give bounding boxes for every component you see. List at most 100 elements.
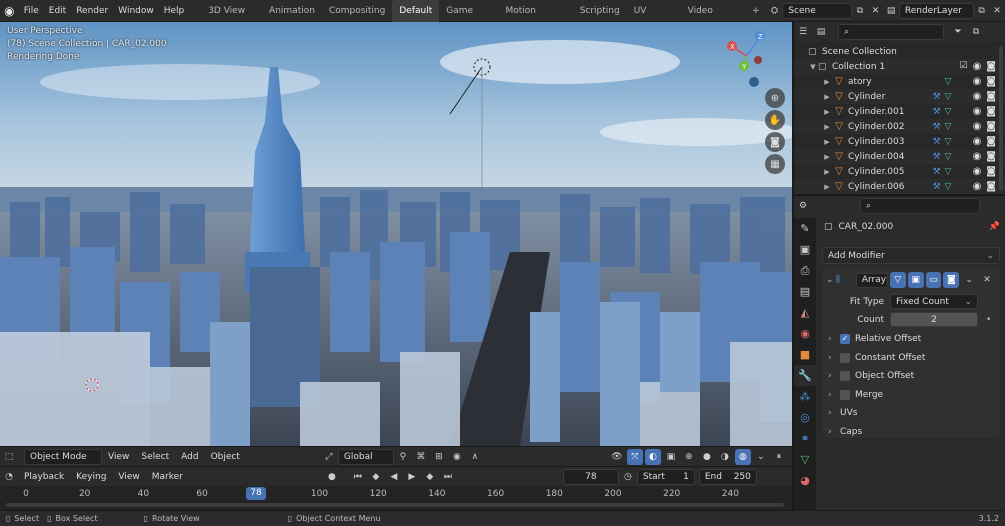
3d-viewport[interactable]: User Perspective (78) Scene Collection |… (0, 22, 792, 446)
play-reverse-icon[interactable]: ◀ (386, 469, 402, 485)
render-layer-selector[interactable]: RenderLayer (898, 2, 974, 19)
tab-default[interactable]: Default (392, 0, 440, 22)
fit-type-select[interactable]: Fixed Count ⌄ (890, 294, 978, 309)
material-shading-icon[interactable]: ◑ (717, 449, 733, 465)
modifier-subpanel[interactable]: › Merge (828, 389, 994, 400)
mode-selector[interactable]: Object Mode (24, 448, 102, 465)
outliner-item[interactable]: ▶ ▽ Cylinder.002 ⚒ ▽ ◉ ◙ (794, 119, 1005, 134)
remove-modifier-icon[interactable]: ✕ (979, 272, 995, 288)
new-collection-icon[interactable]: ⧉ (968, 24, 984, 40)
data-tab-icon[interactable]: ▽ (794, 449, 816, 470)
expand-chevron-icon[interactable]: ▶ (822, 153, 832, 161)
modifier-subpanel[interactable]: › Caps (828, 427, 994, 437)
menu-file[interactable]: File (19, 0, 44, 22)
playhead[interactable]: 78 (246, 487, 266, 500)
wireframe-shading-icon[interactable]: ⊕ (681, 449, 697, 465)
camera-icon[interactable]: ◙ (986, 151, 996, 162)
properties-search-input[interactable]: ⌕ (860, 198, 980, 214)
scene-selector[interactable]: Scene (782, 2, 853, 19)
record-icon[interactable]: ● (324, 469, 340, 485)
outliner-item[interactable]: ▶ ▽ Cylinder.004 ⚒ ▽ ◉ ◙ (794, 149, 1005, 164)
expand-chevron-icon[interactable]: ▶ (822, 168, 832, 176)
properties-editor[interactable]: ⚙ ⌕ ✎ ▣ ⎙ ▤ ◭ ◉ ■ 🔧 ⁂ ◎ ⚭ ▽ ◕ ▢ CAR_02.0… (793, 195, 1005, 511)
snap-icon[interactable]: ⌘ (413, 449, 429, 465)
menu-help[interactable]: Help (159, 0, 190, 22)
physics-tab-icon[interactable]: ◎ (794, 407, 816, 428)
visibility-icon[interactable]: 👁 (609, 449, 625, 465)
particles-tab-icon[interactable]: ⁂ (794, 386, 816, 407)
eye-icon[interactable]: ◉ (973, 136, 982, 147)
shading-options-icon[interactable]: ⌄ (753, 449, 769, 465)
expand-chevron-icon[interactable]: ▶ (822, 183, 832, 191)
ortho-grid-icon[interactable]: ▦ (765, 154, 785, 174)
edit-mode-toggle-icon[interactable]: ▽ (889, 272, 906, 288)
pivot-icon[interactable]: ⚲ (395, 449, 411, 465)
subpanel-checkbox[interactable]: ✓ (840, 334, 850, 344)
tool-tab-icon[interactable]: ✎ (794, 218, 816, 239)
chevron-right-icon[interactable]: › (828, 390, 840, 400)
pan-hand-icon[interactable]: ✋ (765, 110, 785, 130)
expand-chevron-icon[interactable]: ▶ (822, 108, 832, 116)
eye-icon[interactable]: ◉ (973, 166, 982, 177)
eye-icon[interactable]: ◉ (973, 76, 982, 87)
outliner-item[interactable]: ▶ ▽ Cylinder.001 ⚒ ▽ ◉ ◙ (794, 104, 1005, 119)
rendered-shading-icon[interactable]: ◍ (734, 448, 751, 465)
add-modifier-button[interactable]: Add Modifier ⌄ (822, 247, 1000, 264)
subpanel-checkbox[interactable] (840, 352, 850, 363)
chevron-right-icon[interactable]: › (828, 334, 840, 344)
tab-game-logic[interactable]: Game Logic (439, 0, 498, 38)
delete-scene-icon[interactable]: ✕ (869, 3, 883, 19)
cage-toggle-icon[interactable]: ▣ (907, 272, 924, 288)
camera-icon[interactable]: ◙ (986, 121, 996, 132)
menu-render[interactable]: Render (71, 0, 113, 22)
delete-layer-icon[interactable]: ✕ (990, 3, 1004, 19)
prev-keyframe-icon[interactable]: ◆ (368, 469, 384, 485)
world-tab-icon[interactable]: ◉ (794, 323, 816, 344)
menu-add[interactable]: Add (175, 447, 204, 467)
camera-icon[interactable]: ◙ (986, 76, 996, 87)
camera-icon[interactable]: ◙ (986, 106, 996, 117)
menu-marker[interactable]: Marker (146, 467, 189, 487)
jump-end-icon[interactable]: ⏭ (440, 469, 456, 485)
collapse-chevron-icon[interactable]: ⌄ (826, 275, 836, 285)
copy-scene-icon[interactable]: ⧉ (853, 3, 867, 19)
navigation-gizmo[interactable]: Z X Y (722, 22, 770, 90)
subpanel-checkbox[interactable] (840, 389, 850, 400)
modifier-subpanel[interactable]: › Constant Offset (828, 352, 994, 363)
eye-icon[interactable]: ◉ (973, 121, 982, 132)
end-frame-field[interactable]: End 250 (698, 468, 757, 485)
gizmo-toggle-icon[interactable]: ⤧ (626, 448, 643, 465)
output-tab-icon[interactable]: ⎙ (794, 260, 816, 281)
play-icon[interactable]: ▶ (404, 469, 420, 485)
material-tab-icon[interactable]: ◕ (794, 470, 816, 491)
xray-icon[interactable]: ▣ (663, 449, 679, 465)
menu-keying[interactable]: Keying (70, 467, 112, 487)
solid-shading-icon[interactable]: ● (699, 449, 715, 465)
pause-render-icon[interactable]: ⏸ (771, 449, 787, 465)
properties-editor-icon[interactable]: ⚙ (795, 198, 811, 214)
proportional-edit-icon[interactable]: ◉ (449, 449, 465, 465)
add-workspace-button[interactable]: + (745, 0, 767, 22)
next-keyframe-icon[interactable]: ◆ (422, 469, 438, 485)
menu-select[interactable]: Select (135, 447, 175, 467)
overlay-toggle-icon[interactable]: ◐ (644, 448, 661, 465)
count-field[interactable]: 2 (890, 312, 978, 327)
modifier-subpanel[interactable]: › UVs (828, 408, 994, 418)
camera-icon[interactable]: ◙ (986, 91, 996, 102)
timeline-editor-icon[interactable]: ◔ (1, 469, 17, 485)
falloff-icon[interactable]: ∧ (467, 449, 483, 465)
render-tab-icon[interactable]: ▣ (794, 239, 816, 260)
expand-chevron-icon[interactable]: ▶ (822, 93, 832, 101)
chevron-right-icon[interactable]: › (828, 427, 840, 437)
eye-icon[interactable]: ◉ (973, 151, 982, 162)
zoom-icon[interactable]: ⊕ (765, 88, 785, 108)
scene-tab-icon[interactable]: ◭ (794, 302, 816, 323)
eye-icon[interactable]: ◉ (973, 106, 982, 117)
tab-motion-tracking[interactable]: Motion Tracking (498, 0, 572, 38)
menu-object[interactable]: Object (205, 447, 246, 467)
outliner-item[interactable]: ▶ ▽ atory ▽ ◉ ◙ (794, 74, 1005, 89)
tab-compositing[interactable]: Compositing (322, 0, 392, 22)
menu-timeline-view[interactable]: View (112, 467, 145, 487)
menu-edit[interactable]: Edit (44, 0, 71, 22)
chevron-right-icon[interactable]: › (828, 371, 840, 381)
